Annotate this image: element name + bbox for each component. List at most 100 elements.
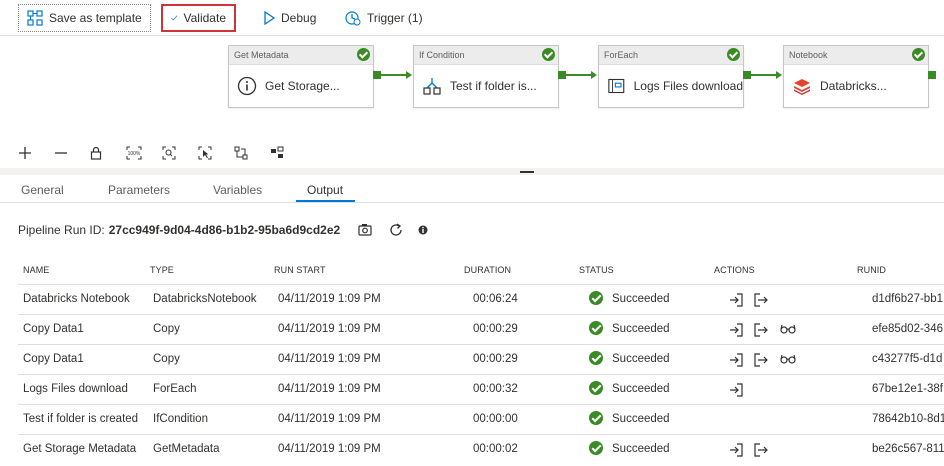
input-icon[interactable] (729, 293, 743, 310)
validate-button[interactable]: Validate (161, 4, 236, 32)
success-status-icon (589, 381, 603, 395)
canvas-toolbar: 100% (18, 144, 306, 162)
activity-type-cell: ForEach (153, 383, 197, 395)
copy-icon[interactable] (358, 223, 374, 237)
trigger-button[interactable]: Trigger (1) (337, 4, 431, 32)
duration-cell: 00:00:00 (473, 413, 518, 425)
connector-line (751, 74, 778, 76)
svg-text:100%: 100% (128, 151, 141, 157)
status-text-cell: Succeeded (612, 293, 670, 305)
trigger-icon (345, 11, 361, 26)
input-icon[interactable] (729, 383, 743, 400)
activity-name: Logs Files download (633, 79, 743, 93)
tab-general[interactable]: General (21, 183, 64, 197)
run-id-value: 27cc949f-9d04-4d86-b1b2-95ba6d9cd2e2 (108, 223, 341, 237)
foreach-icon (608, 78, 625, 94)
column-header-run-start[interactable]: RUN START (274, 265, 326, 275)
tab-parameters[interactable]: Parameters (108, 183, 170, 197)
table-row[interactable]: Copy Data1 Copy 04/11/2019 1:09 PM 00:00:29… (18, 344, 944, 374)
runid-cell: be26c567-811 (872, 443, 944, 455)
output-port[interactable] (373, 71, 381, 79)
output-icon[interactable] (754, 323, 768, 340)
duration-cell: 00:00:29 (473, 323, 518, 335)
debug-button[interactable]: Debug (255, 4, 324, 32)
column-header-actions[interactable]: ACTIONS (714, 265, 755, 275)
details-glasses-icon[interactable] (780, 323, 796, 337)
details-glasses-icon[interactable] (780, 353, 796, 367)
tab-variables[interactable]: Variables (213, 183, 262, 197)
template-icon (27, 10, 43, 26)
success-check-icon (542, 48, 555, 61)
column-header-name[interactable]: NAME (23, 265, 49, 275)
run-start-cell: 04/11/2019 1:09 PM (278, 323, 381, 335)
table-row[interactable]: Test if folder is created IfCondition 04/1… (18, 404, 944, 434)
output-icon[interactable] (754, 443, 768, 460)
debug-label: Debug (281, 11, 317, 25)
runid-cell: c43277f5-d1d (872, 353, 943, 365)
zoom-out-icon[interactable] (54, 144, 90, 162)
column-header-runid[interactable]: RUNID (857, 265, 886, 275)
activity-name-cell: Copy Data1 (23, 353, 84, 365)
run-start-cell: 04/11/2019 1:09 PM (278, 353, 381, 365)
lock-icon[interactable] (90, 144, 126, 162)
input-icon[interactable] (729, 443, 743, 460)
activity-name-cell: Get Storage Metadata (23, 443, 137, 455)
activity-type-label: Get Metadata (229, 46, 373, 65)
success-status-icon (589, 321, 603, 335)
status-text-cell: Succeeded (612, 383, 670, 395)
auto-align-icon[interactable] (234, 144, 270, 162)
zoom-100-icon[interactable]: 100% (126, 144, 162, 162)
output-icon[interactable] (754, 353, 768, 370)
zoom-fit-icon[interactable] (162, 144, 198, 162)
table-row[interactable]: Copy Data1 Copy 04/11/2019 1:09 PM 00:00:29… (18, 314, 944, 344)
trigger-label: Trigger (1) (367, 11, 423, 25)
panel-divider[interactable] (0, 168, 944, 175)
output-port[interactable] (743, 71, 751, 79)
activity-type-label: If Condition (414, 46, 558, 65)
table-row[interactable]: Get Storage Metadata GetMetadata 04/11/201… (18, 434, 944, 464)
column-header-type[interactable]: TYPE (150, 265, 174, 275)
activity-type-cell: DatabricksNotebook (153, 293, 257, 305)
save-as-template-button[interactable]: Save as template (18, 4, 151, 32)
success-status-icon (589, 441, 603, 455)
resize-handle[interactable] (520, 171, 534, 173)
activity-name-cell: Databricks Notebook (23, 293, 130, 305)
add-icon[interactable] (18, 144, 54, 162)
activity-get-metadata[interactable]: Get Metadata Get Storage... (228, 45, 374, 108)
info-icon[interactable] (418, 225, 428, 235)
connector-line (381, 74, 408, 76)
activity-type-cell: Copy (153, 323, 180, 335)
pipeline-canvas[interactable]: Get Metadata Get Storage... If Condition… (0, 36, 944, 168)
status-text-cell: Succeeded (612, 323, 670, 335)
success-check-icon (912, 48, 925, 61)
output-port[interactable] (558, 71, 566, 79)
activity-name-cell: Logs Files download (23, 383, 128, 395)
activity-notebook[interactable]: Notebook Databricks... (783, 45, 929, 108)
table-row[interactable]: Logs Files download ForEach 04/11/2019 1:0… (18, 374, 944, 404)
duration-cell: 00:06:24 (473, 293, 518, 305)
success-check-icon (727, 48, 740, 61)
connector-line (566, 74, 593, 76)
run-start-cell: 04/11/2019 1:09 PM (278, 293, 381, 305)
activity-name: Databricks... (820, 79, 887, 93)
activity-name-cell: Copy Data1 (23, 323, 84, 335)
select-icon[interactable] (198, 144, 234, 162)
runid-cell: d1df6b27-bb1 (872, 293, 943, 305)
refresh-icon[interactable] (388, 222, 404, 238)
success-status-icon (589, 351, 603, 365)
table-row[interactable]: Databricks Notebook DatabricksNotebook 04/… (18, 284, 944, 314)
run-id-label: Pipeline Run ID: (18, 223, 105, 237)
input-icon[interactable] (729, 323, 743, 340)
input-icon[interactable] (729, 353, 743, 370)
activity-foreach[interactable]: ForEach Logs Files download (598, 45, 744, 108)
success-status-icon (589, 411, 603, 425)
pipeline-run-id: Pipeline Run ID: 27cc949f-9d04-4d86-b1b2… (18, 223, 340, 237)
column-header-duration[interactable]: DURATION (464, 265, 511, 275)
tab-output[interactable]: Output (307, 183, 343, 197)
activity-if-condition[interactable]: If Condition Test if folder is... (413, 45, 559, 108)
column-header-status[interactable]: STATUS (579, 265, 614, 275)
output-port[interactable] (928, 71, 936, 79)
activity-name: Get Storage... (265, 79, 340, 93)
layout-icon[interactable] (270, 144, 306, 162)
output-icon[interactable] (754, 293, 768, 310)
